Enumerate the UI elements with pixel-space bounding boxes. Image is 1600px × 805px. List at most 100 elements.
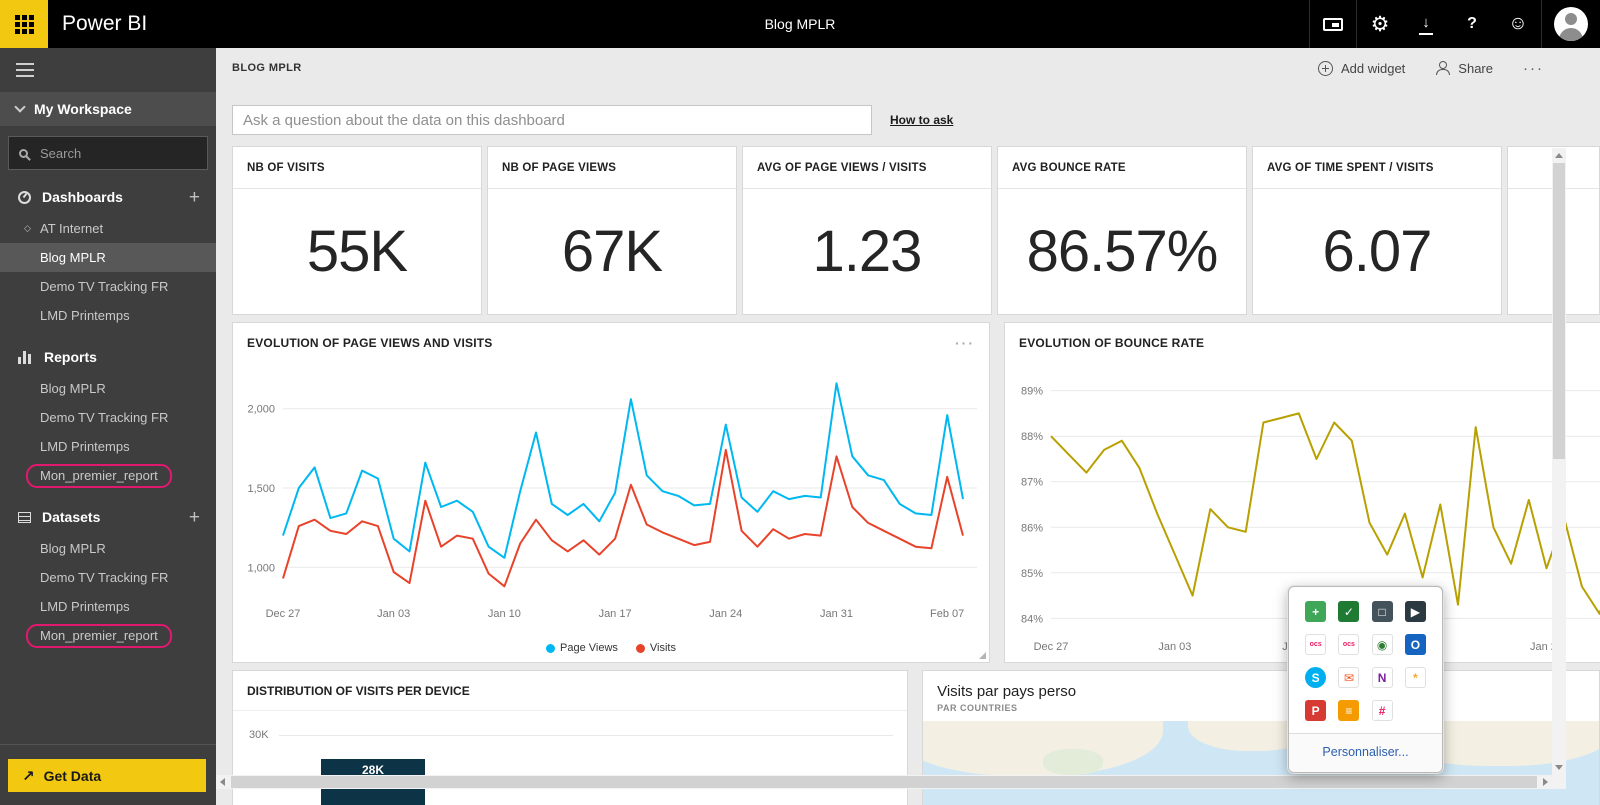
popup-icon-green-check[interactable]: ✓ <box>1338 601 1359 622</box>
avatar-person-icon <box>1559 28 1583 41</box>
sidebar-item-label: LMD Printemps <box>40 439 130 454</box>
popup-icon-yellow-star[interactable]: * <box>1405 667 1426 688</box>
sidebar-item-label: Blog MPLR <box>40 381 106 396</box>
workspace-selector[interactable]: My Workspace <box>0 92 216 126</box>
more-options-button[interactable]: ··· <box>1523 60 1544 77</box>
scroll-down-button[interactable] <box>1555 765 1563 770</box>
feedback-button[interactable]: ☺ <box>1495 0 1541 48</box>
kpi-title: AVG OF TIME SPENT / VISITS <box>1253 147 1501 189</box>
horizontal-scroll-thumb[interactable] <box>231 776 1537 788</box>
chevron-down-icon <box>14 101 25 112</box>
kpi-value: 67K <box>488 189 736 314</box>
popup-icon-orange-grid[interactable]: ≡ <box>1338 700 1359 721</box>
sidebar-section-datasets[interactable]: Datasets+ <box>0 500 216 534</box>
kpi-card-avg-of-time-spent-visits[interactable]: AVG OF TIME SPENT / VISITS6.07 <box>1252 146 1502 315</box>
popup-icon-green-plus[interactable]: + <box>1305 601 1326 622</box>
account-avatar[interactable] <box>1554 7 1588 41</box>
settings-button[interactable]: ⚙ <box>1357 0 1403 48</box>
gauge-icon <box>18 191 31 204</box>
sidebar-sections: Dashboards+◇AT InternetBlog MPLRDemo TV … <box>0 180 216 650</box>
personalize-link[interactable]: Personnaliser... <box>1322 745 1408 759</box>
popup-icon-dark-video[interactable]: ▶ <box>1405 601 1426 622</box>
map-landmass <box>1043 749 1103 775</box>
popup-icon-dark-screen[interactable]: □ <box>1372 601 1393 622</box>
get-data-label: Get Data <box>44 768 102 784</box>
share-button[interactable]: Share <box>1435 61 1493 76</box>
kpi-title: AVG OF PAGE VIEWS / VISITS <box>743 147 991 189</box>
add-dashboards-button[interactable]: + <box>189 188 200 207</box>
sidebar-item-lmd-printemps[interactable]: LMD Printemps <box>0 432 216 461</box>
svg-text:Dec 27: Dec 27 <box>266 608 301 620</box>
download-button[interactable]: ↓ <box>1403 0 1449 48</box>
sidebar-item-blog-mplr[interactable]: Blog MPLR <box>0 374 216 403</box>
horizontal-scrollbar[interactable] <box>216 775 1552 789</box>
kpi-card-avg-bounce-rate[interactable]: AVG BOUNCE RATE86.57% <box>997 146 1247 315</box>
sidebar-item-blog-mplr[interactable]: Blog MPLR <box>0 243 216 272</box>
legend-item-page-views[interactable]: Page Views <box>546 642 618 654</box>
popup-icon-green-globe[interactable]: ◉ <box>1372 634 1393 655</box>
kpi-card-nb-of-page-views[interactable]: NB OF PAGE VIEWS67K <box>487 146 737 315</box>
scroll-right-button[interactable] <box>1543 778 1548 786</box>
scroll-up-button[interactable] <box>1555 153 1563 158</box>
qa-question-input[interactable] <box>232 105 872 135</box>
sidebar-item-mon-premier-report[interactable]: Mon_premier_report <box>0 461 216 490</box>
resize-handle[interactable] <box>979 652 986 659</box>
svg-text:89%: 89% <box>1021 386 1043 398</box>
popup-icon-skype[interactable]: S <box>1305 667 1326 688</box>
how-to-ask-link[interactable]: How to ask <box>890 113 953 127</box>
get-data-button[interactable]: ↗ Get Data <box>8 759 206 792</box>
top-bar: Power BI Blog MPLR ⚙ ↓ ? ☺ <box>0 0 1600 48</box>
kpi-value: 55K <box>233 189 481 314</box>
app-launcher-button[interactable] <box>0 0 48 48</box>
sidebar-section-reports[interactable]: Reports <box>0 340 216 374</box>
sidebar-item-demo-tv-tracking-fr[interactable]: Demo TV Tracking FR <box>0 272 216 301</box>
tile-title: EVOLUTION OF PAGE VIEWS AND VISITS <box>247 336 493 350</box>
add-datasets-button[interactable]: + <box>189 508 200 527</box>
sidebar-item-blog-mplr[interactable]: Blog MPLR <box>0 534 216 563</box>
sidebar-item-lmd-printemps[interactable]: LMD Printemps <box>0 592 216 621</box>
sidebar-item-at-internet[interactable]: ◇AT Internet <box>0 214 216 243</box>
help-button[interactable]: ? <box>1449 0 1495 48</box>
sidebar-item-lmd-printemps[interactable]: LMD Printemps <box>0 301 216 330</box>
sidebar-item-label: Demo TV Tracking FR <box>40 570 168 585</box>
sidebar-item-mon-premier-report[interactable]: Mon_premier_report <box>0 621 216 650</box>
bar-chart-icon <box>18 351 33 364</box>
popup-icon-blue-o[interactable]: O <box>1405 634 1426 655</box>
topbar-dashboard-title: Blog MPLR <box>765 16 836 32</box>
add-widget-button[interactable]: Add widget <box>1318 61 1405 76</box>
kpi-value: 6.07 <box>1253 189 1501 314</box>
chart-legend: Page Views Visits <box>233 642 989 654</box>
kpi-card-nb-of-visits[interactable]: NB OF VISITS55K <box>232 146 482 315</box>
tile-header: Visits par pays perso PAR COUNTRIES <box>923 671 1599 713</box>
popup-icon-purple-n[interactable]: N <box>1372 667 1393 688</box>
fullscreen-button[interactable] <box>1310 0 1356 48</box>
sidebar-item-demo-tv-tracking-fr[interactable]: Demo TV Tracking FR <box>0 403 216 432</box>
popup-icon-grid: + ✓ □ ▶ ocsocs ◉ O S ✉ N * P ≡ # <box>1289 587 1442 733</box>
map-canvas[interactable] <box>923 721 1599 805</box>
popup-icon-red-p[interactable]: P <box>1305 700 1326 721</box>
vertical-scrollbar[interactable] <box>1552 148 1566 775</box>
sidebar-collapse-button[interactable] <box>0 48 216 92</box>
sidebar-item-label: AT Internet <box>40 221 103 236</box>
smiley-icon: ☺ <box>1508 13 1527 35</box>
popup-icon-pink-crop[interactable]: # <box>1372 700 1393 721</box>
tile-more-button[interactable]: ··· <box>955 335 975 351</box>
scroll-left-button[interactable] <box>220 778 225 786</box>
vertical-scroll-thumb[interactable] <box>1553 163 1565 459</box>
kpi-card-avg-of-page-views-visits[interactable]: AVG OF PAGE VIEWS / VISITS1.23 <box>742 146 992 315</box>
svg-text:87%: 87% <box>1021 477 1043 489</box>
app-title: Power BI <box>62 12 147 36</box>
svg-text:88%: 88% <box>1021 431 1043 443</box>
sidebar-item-demo-tv-tracking-fr[interactable]: Demo TV Tracking FR <box>0 563 216 592</box>
fullscreen-icon <box>1323 18 1343 31</box>
tile-title: EVOLUTION OF BOUNCE RATE <box>1019 336 1204 350</box>
tile-header: DISTRIBUTION OF VISITS PER DEVICE <box>233 671 907 711</box>
sidebar-section-dashboards[interactable]: Dashboards+ <box>0 180 216 214</box>
popup-icon-ocs-2[interactable]: ocs <box>1338 634 1359 655</box>
search-input[interactable] <box>38 145 188 162</box>
popup-icon-orange-mail[interactable]: ✉ <box>1338 667 1359 688</box>
legend-label: Visits <box>650 642 676 654</box>
popup-icon-ocs-1[interactable]: ocs <box>1305 634 1326 655</box>
tile-evolution-page-views-visits[interactable]: EVOLUTION OF PAGE VIEWS AND VISITS ··· 1… <box>232 322 990 663</box>
legend-item-visits[interactable]: Visits <box>636 642 676 654</box>
